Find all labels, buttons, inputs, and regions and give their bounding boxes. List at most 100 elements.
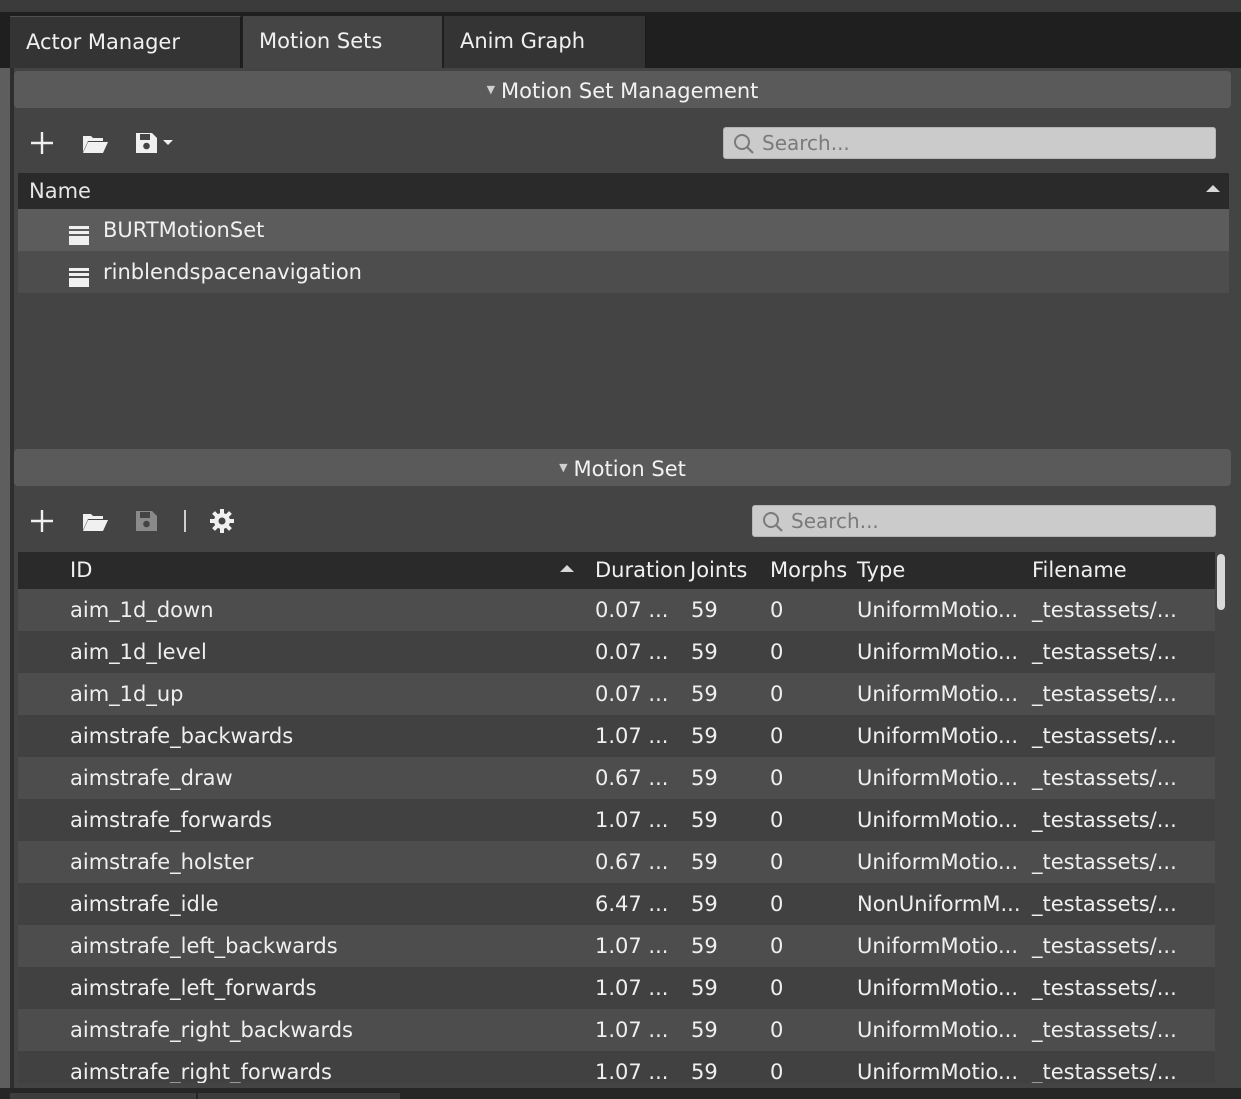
cell-joints: 59 [691, 976, 718, 1000]
cell-type: UniformMotio... [857, 850, 1019, 874]
cell-id: aimstrafe_right_forwards [70, 1060, 332, 1083]
table-row[interactable]: aimstrafe_left_backwards 1.07 ... 59 0 Unifo… [18, 925, 1215, 967]
cell-duration: 1.07 ... [595, 1060, 669, 1083]
table-row[interactable]: aimstrafe_right_forwards 1.07 ... 59 0 Unifo… [18, 1051, 1215, 1083]
cell-duration: 0.67 ... [595, 850, 669, 874]
search-icon [733, 133, 755, 155]
cell-filename: _testassets/... [1032, 598, 1177, 622]
cell-morphs: 0 [770, 1018, 784, 1042]
cell-type: UniformMotio... [857, 640, 1019, 664]
cell-id: aimstrafe_left_backwards [70, 934, 338, 958]
column-header-type[interactable]: Type [857, 552, 905, 589]
cell-type: UniformMotio... [857, 724, 1019, 748]
motion-set-item[interactable]: rinblendspacenavigation [18, 251, 1229, 293]
cell-duration: 1.07 ... [595, 808, 669, 832]
cell-joints: 59 [691, 724, 718, 748]
column-header-morphs[interactable]: Morphs [770, 552, 847, 589]
sort-ascending-icon[interactable] [560, 565, 574, 572]
motion-set-header[interactable]: ▼ Motion Set [14, 449, 1231, 486]
cell-joints: 59 [691, 892, 718, 916]
name-header-label: Name [29, 179, 91, 203]
table-row[interactable]: aim_1d_down 0.07 ... 59 0 UniformMotio... _te… [18, 589, 1215, 631]
motion-search-field[interactable] [752, 505, 1216, 537]
cell-duration: 1.07 ... [595, 1018, 669, 1042]
save-icon[interactable] [133, 129, 179, 157]
table-row[interactable]: aimstrafe_idle 6.47 ... 59 0 NonUniformM... _… [18, 883, 1215, 925]
left-dock-edge [0, 68, 10, 1099]
vertical-scrollbar[interactable] [1217, 554, 1225, 610]
motion-set-management-header[interactable]: ▼ Motion Set Management [14, 71, 1231, 108]
tab-motion-sets[interactable]: Motion Sets [243, 16, 442, 68]
plus-icon[interactable] [28, 129, 56, 157]
folder-open-icon[interactable] [81, 507, 109, 535]
cell-morphs: 0 [770, 598, 784, 622]
cell-id: aimstrafe_right_backwards [70, 1018, 353, 1042]
cell-type: UniformMotio... [857, 1018, 1019, 1042]
cell-duration: 0.07 ... [595, 598, 669, 622]
cell-id: aim_1d_up [70, 682, 184, 706]
motion-table-header: ID Duration Joints Morphs Type Filename [18, 552, 1215, 589]
cell-joints: 59 [691, 640, 718, 664]
column-header-duration[interactable]: Duration [595, 552, 686, 589]
cell-morphs: 0 [770, 808, 784, 832]
cell-joints: 59 [691, 934, 718, 958]
cell-id: aimstrafe_forwards [70, 808, 273, 832]
column-header-id[interactable]: ID [70, 552, 92, 589]
motion-set-item[interactable]: BURTMotionSet [18, 209, 1229, 251]
toolbar-separator [184, 510, 186, 532]
cell-filename: _testassets/... [1032, 1018, 1177, 1042]
table-row[interactable]: aimstrafe_right_backwards 1.07 ... 59 0 Unif… [18, 1009, 1215, 1051]
cell-type: UniformMotio... [857, 598, 1019, 622]
cell-filename: _testassets/... [1032, 808, 1177, 832]
cell-id: aimstrafe_backwards [70, 724, 294, 748]
cell-joints: 59 [691, 1060, 718, 1083]
name-column-header[interactable]: Name [18, 173, 1229, 209]
cell-morphs: 0 [770, 934, 784, 958]
management-search-field[interactable] [723, 127, 1216, 159]
cell-filename: _testassets/... [1032, 682, 1177, 706]
save-icon[interactable] [133, 507, 161, 535]
bottom-tab[interactable] [198, 1093, 400, 1099]
table-row[interactable]: aimstrafe_draw 0.67 ... 59 0 UniformMotio...… [18, 757, 1215, 799]
cell-joints: 59 [691, 1018, 718, 1042]
collapse-arrow-icon: ▼ [486, 83, 496, 96]
cell-joints: 59 [691, 808, 718, 832]
cell-filename: _testassets/... [1032, 976, 1177, 1000]
motion-set-icon [68, 260, 90, 287]
motion-search-input[interactable] [791, 506, 1161, 536]
cell-morphs: 0 [770, 766, 784, 790]
bottom-tab[interactable] [10, 1093, 196, 1099]
column-header-joints[interactable]: Joints [690, 552, 747, 589]
cell-type: UniformMotio... [857, 808, 1019, 832]
table-row[interactable]: aimstrafe_holster 0.67 ... 59 0 UniformMotio… [18, 841, 1215, 883]
cell-duration: 1.07 ... [595, 724, 669, 748]
gear-icon[interactable] [208, 507, 236, 535]
table-row[interactable]: aimstrafe_forwards 1.07 ... 59 0 UniformMoti… [18, 799, 1215, 841]
cell-type: UniformMotio... [857, 682, 1019, 706]
cell-morphs: 0 [770, 682, 784, 706]
cell-duration: 0.07 ... [595, 682, 669, 706]
cell-type: NonUniformM... [857, 892, 1021, 916]
management-search-input[interactable] [762, 128, 1155, 158]
tab-actor-manager[interactable]: Actor Manager [10, 16, 241, 68]
cell-joints: 59 [691, 766, 718, 790]
cell-id: aim_1d_down [70, 598, 214, 622]
cell-filename: _testassets/... [1032, 934, 1177, 958]
cell-duration: 0.67 ... [595, 766, 669, 790]
section-title: Motion Set [573, 457, 686, 481]
cell-duration: 1.07 ... [595, 934, 669, 958]
table-row[interactable]: aimstrafe_backwards 1.07 ... 59 0 UniformMot… [18, 715, 1215, 757]
table-row[interactable]: aim_1d_level 0.07 ... 59 0 UniformMotio... _t… [18, 631, 1215, 673]
sort-ascending-icon[interactable] [1206, 185, 1220, 192]
folder-open-icon[interactable] [81, 129, 109, 157]
tab-anim-graph[interactable]: Anim Graph [444, 16, 646, 68]
cell-morphs: 0 [770, 892, 784, 916]
window-top-strip [0, 0, 1241, 12]
plus-icon[interactable] [28, 507, 56, 535]
table-row[interactable]: aim_1d_up 0.07 ... 59 0 UniformMotio... _test… [18, 673, 1215, 715]
column-header-filename[interactable]: Filename [1032, 552, 1127, 589]
motion-set-name: BURTMotionSet [103, 218, 265, 242]
cell-filename: _testassets/... [1032, 1060, 1177, 1083]
cell-joints: 59 [691, 682, 718, 706]
table-row[interactable]: aimstrafe_left_forwards 1.07 ... 59 0 Unifor… [18, 967, 1215, 1009]
